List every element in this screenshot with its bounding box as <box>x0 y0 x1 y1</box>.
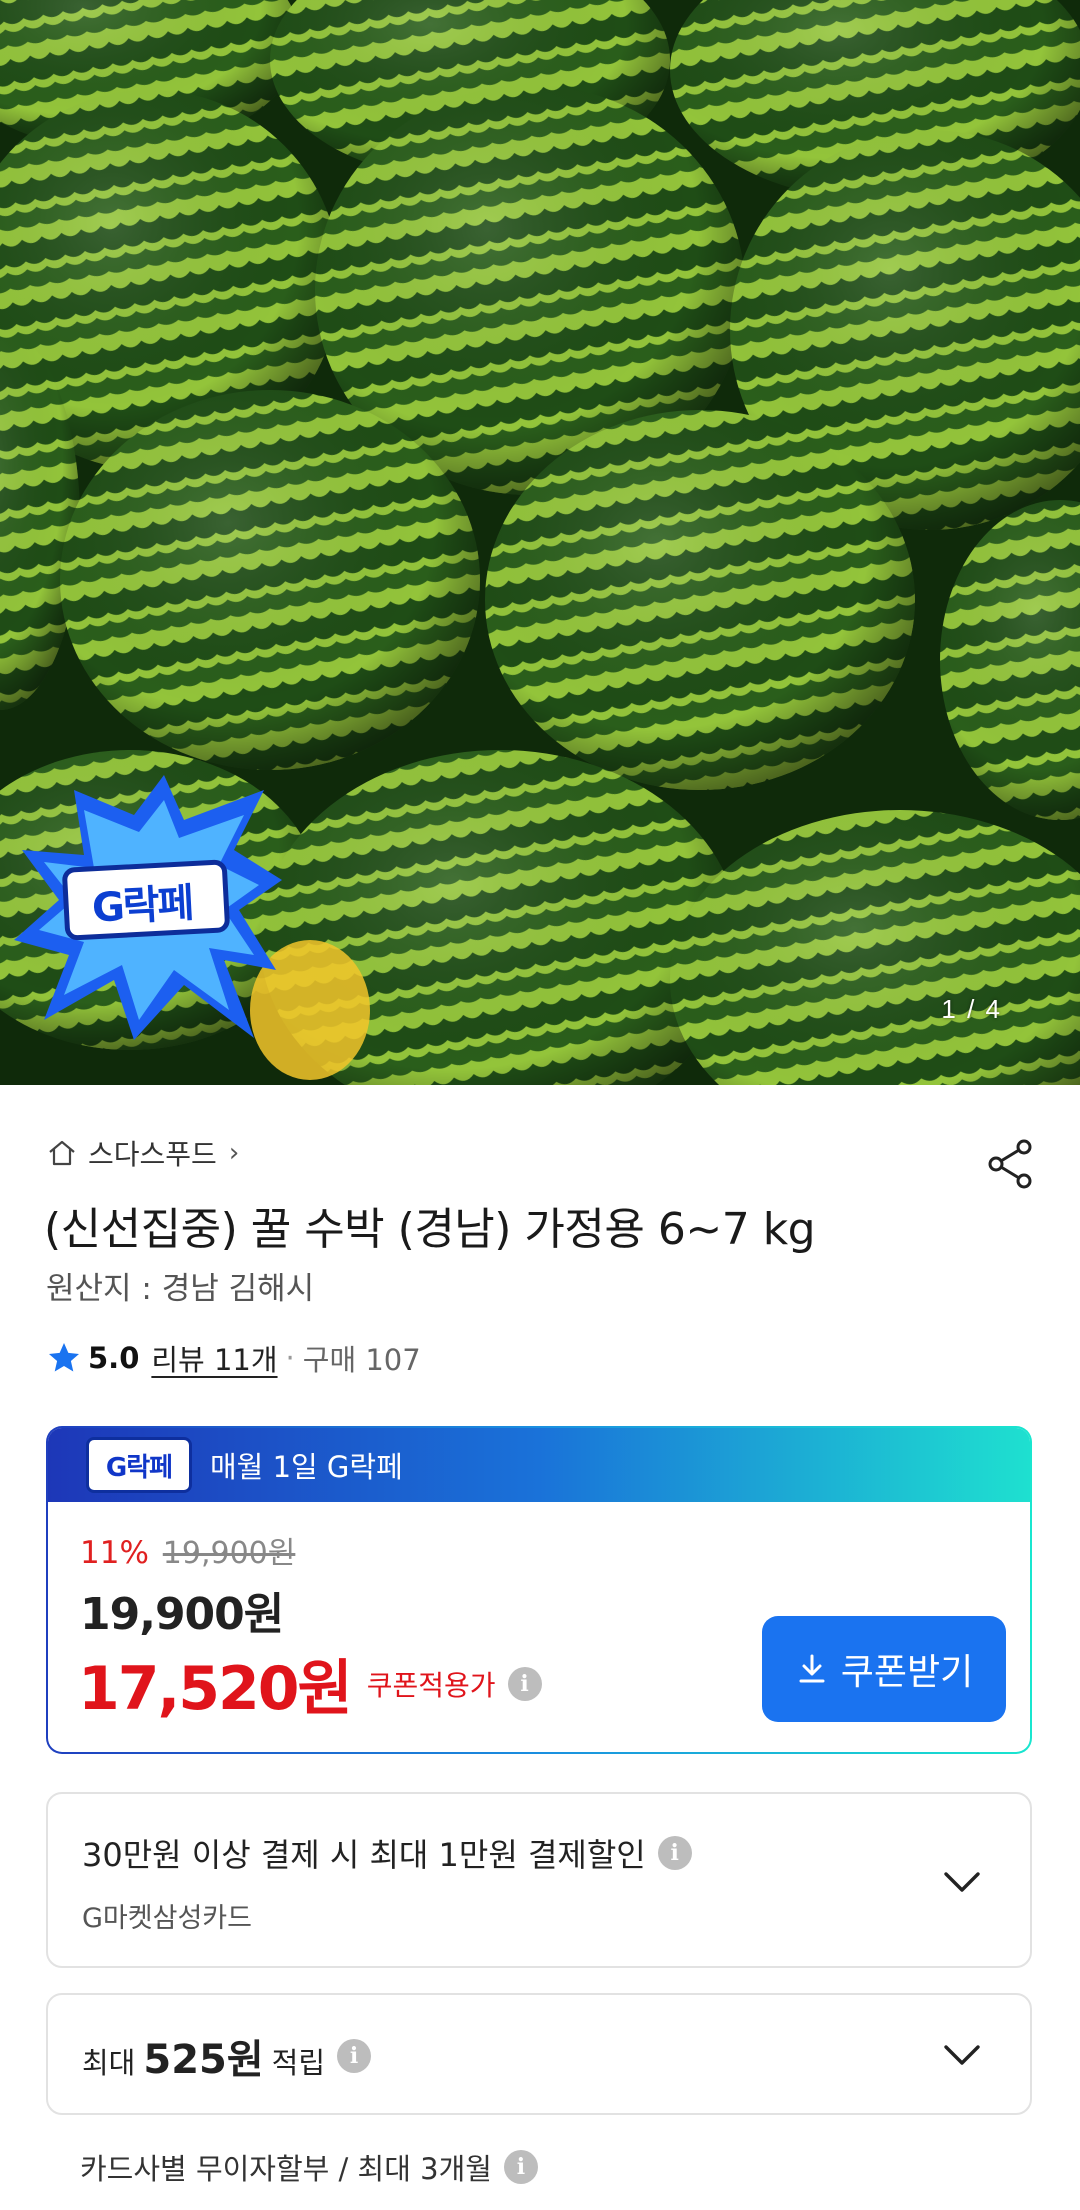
rating-value: 5.0 <box>88 1341 140 1375</box>
installment-row: 카드사별 무이자할부 / 최대 3개월 i <box>80 2146 538 2188</box>
get-coupon-label: 쿠폰받기 <box>840 1652 974 1693</box>
rating-row: 5.0 리뷰 11개 · 구매 107 <box>46 1336 421 1380</box>
star-icon <box>49 1343 79 1372</box>
sale-price: 19,900원 <box>80 1589 284 1640</box>
chevron-down-icon[interactable] <box>940 1860 984 1904</box>
chevron-down-icon[interactable] <box>940 2033 984 2077</box>
info-icon[interactable]: i <box>657 1836 692 1870</box>
store-link[interactable]: 스다스푸드 › <box>46 1133 239 1173</box>
download-icon <box>799 1654 825 1683</box>
card-discount-text: 30만원 이상 결제 시 최대 1만원 결제할인 <box>82 1836 646 1874</box>
banner-text: 매월 1일 G락페 <box>210 1450 403 1484</box>
info-icon[interactable]: i <box>337 2039 372 2073</box>
points-prefix: 최대 <box>82 2046 136 2080</box>
separator-dot: · <box>285 1341 295 1375</box>
coupon-price-label: 쿠폰적용가 <box>366 1668 496 1702</box>
installment-text: 카드사별 무이자할부 / 최대 3개월 <box>80 2152 492 2186</box>
original-price: 19,900원 <box>162 1536 296 1571</box>
info-icon[interactable]: i <box>507 1666 542 1701</box>
coupon-price: 17,520원 <box>78 1654 353 1724</box>
points-amount: 525원 <box>143 2037 264 2083</box>
info-icon[interactable]: i <box>503 2150 538 2184</box>
product-origin: 원산지 : 경남 김해시 <box>46 1271 315 1307</box>
coupon-price-row: 17,520원 쿠폰적용가 i <box>78 1640 542 1727</box>
share-icon[interactable] <box>984 1137 1038 1191</box>
coupon-banner: G락페 매월 1일 G락페 <box>48 1428 1030 1502</box>
product-image[interactable]: G락페 1 / 4 <box>0 0 1080 1085</box>
discount-percent: 11% <box>80 1535 149 1571</box>
g-lakpe-badge: G락페 <box>14 770 284 1050</box>
coupon-card: G락페 매월 1일 G락페 11% 19,900원 19,900원 17,520… <box>46 1426 1032 1754</box>
card-discount-accordion[interactable]: 30만원 이상 결제 시 최대 1만원 결제할인 i G마켓삼성카드 <box>46 1792 1032 1968</box>
product-title: (신선집중) 꿀 수박 (경남) 가정용 6~7 kg <box>44 1204 816 1255</box>
store-name: 스다스푸드 <box>88 1138 217 1171</box>
image-page-counter: 1 / 4 <box>941 994 1002 1024</box>
home-icon <box>49 1140 75 1166</box>
chevron-right-icon: › <box>228 1138 240 1168</box>
get-coupon-button[interactable]: 쿠폰받기 <box>762 1616 1006 1722</box>
points-suffix: 적립 <box>271 2046 326 2080</box>
review-link[interactable]: 리뷰 11개 <box>151 1337 277 1379</box>
purchase-count: 구매 107 <box>302 1343 421 1377</box>
card-name: G마켓삼성카드 <box>82 1903 252 1934</box>
badge-label: G락페 <box>90 880 194 932</box>
points-accordion[interactable]: 최대 525원 적립 i <box>46 1993 1032 2115</box>
discount-row: 11% 19,900원 <box>80 1528 295 1572</box>
g-lakpe-logo: G락페 <box>86 1437 192 1493</box>
